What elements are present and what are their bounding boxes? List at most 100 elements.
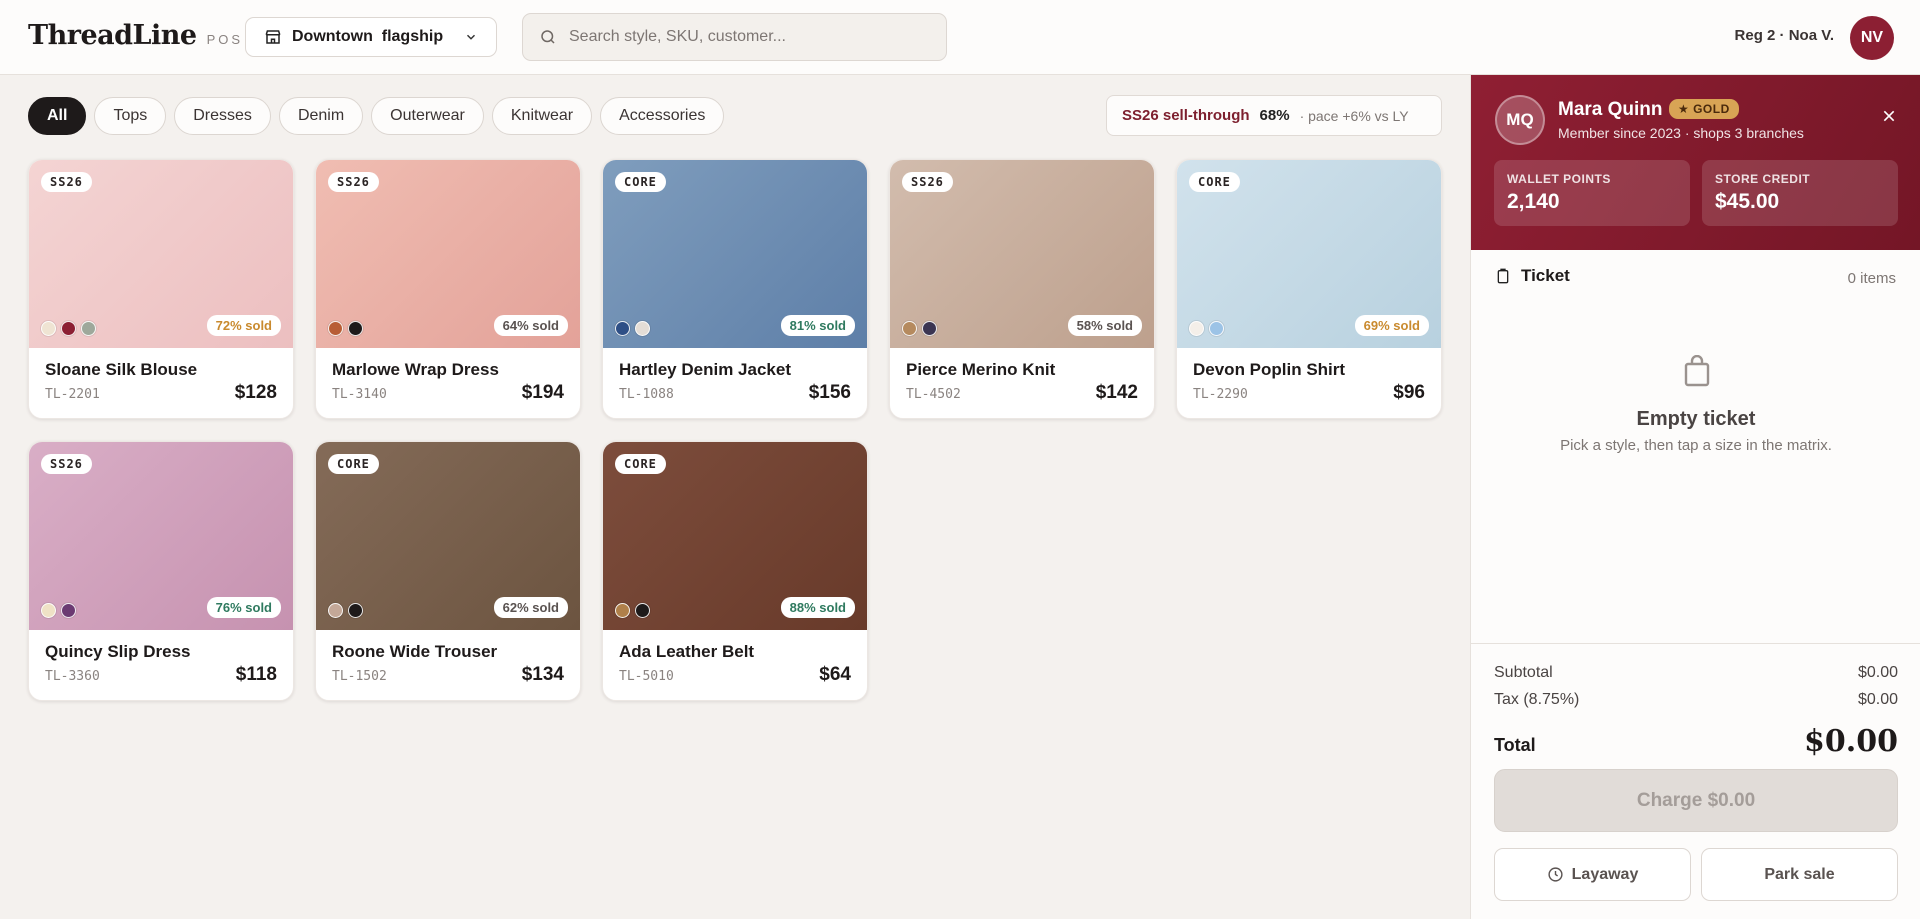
filter-knitwear[interactable]: Knitwear — [491, 97, 593, 135]
color-swatch[interactable] — [1209, 321, 1224, 336]
color-swatch[interactable] — [41, 603, 56, 618]
sellthrough-indicator: SS26 sell-through 68% · pace +6% vs LY — [1106, 95, 1442, 136]
product-name: Marlowe Wrap Dress — [332, 360, 499, 379]
store-credit-value: $45.00 — [1715, 190, 1780, 213]
member-avatar: MQ — [1495, 95, 1545, 145]
tax-label: Tax (8.75%) — [1494, 691, 1580, 708]
product-sku: TL-2290 — [1193, 387, 1248, 402]
sellthrough-percent: 68% — [1259, 107, 1290, 124]
product-image: CORE 81% sold — [603, 160, 867, 348]
season-tag: CORE — [328, 454, 379, 474]
product-sku: TL-1502 — [332, 669, 387, 684]
color-swatch[interactable] — [348, 321, 363, 336]
color-swatch[interactable] — [635, 321, 650, 336]
product-card[interactable]: CORE 69% sold Devon Poplin Shirt TL-2290… — [1176, 159, 1442, 419]
tax-value: $0.00 — [1857, 691, 1898, 708]
season-tag: SS26 — [328, 172, 379, 192]
season-tag: SS26 — [902, 172, 953, 192]
color-swatches — [615, 321, 650, 336]
product-price: $142 — [1095, 382, 1138, 403]
sellthrough-label: SS26 sell-through — [1122, 107, 1250, 124]
clock-icon — [1548, 867, 1563, 882]
product-card[interactable]: SS26 58% sold Pierce Merino Knit TL-4502… — [889, 159, 1155, 419]
filter-dresses[interactable]: Dresses — [174, 97, 271, 135]
sold-badge: 69% sold — [1354, 315, 1429, 336]
member-name: Mara Quinn — [1558, 99, 1663, 120]
product-card[interactable]: CORE 62% sold Roone Wide Trouser TL-1502… — [315, 441, 581, 701]
user-avatar[interactable]: NV — [1850, 16, 1894, 60]
product-card[interactable]: CORE 81% sold Hartley Denim Jacket TL-10… — [602, 159, 868, 419]
subtotal-value: $0.00 — [1857, 664, 1898, 681]
brand-name: ThreadLine — [28, 20, 197, 51]
product-price: $156 — [808, 382, 851, 403]
ticket-header: Ticket — [1495, 266, 1570, 286]
product-sku: TL-4502 — [906, 387, 961, 402]
color-swatches — [615, 603, 650, 618]
color-swatch[interactable] — [61, 603, 76, 618]
store-credit-box: STORE CREDIT $45.00 — [1702, 160, 1898, 226]
category-filters: All Tops Dresses Denim Outerwear Knitwea… — [28, 97, 725, 135]
brand-subtitle: POS — [206, 32, 244, 47]
product-card[interactable]: SS26 64% sold Marlowe Wrap Dress TL-3140… — [315, 159, 581, 419]
sold-badge: 81% sold — [780, 315, 855, 336]
product-name: Ada Leather Belt — [619, 642, 755, 661]
filter-accessories[interactable]: Accessories — [600, 97, 725, 135]
color-swatch[interactable] — [328, 321, 343, 336]
product-image: SS26 58% sold — [890, 160, 1154, 348]
product-card[interactable]: CORE 88% sold Ada Leather Belt TL-5010 $… — [602, 441, 868, 701]
search-box — [522, 13, 947, 61]
wallet-points-box: WALLET POINTS 2,140 — [1494, 160, 1690, 226]
color-swatch[interactable] — [902, 321, 917, 336]
product-card[interactable]: SS26 76% sold Quincy Slip Dress TL-3360 … — [28, 441, 294, 701]
color-swatch[interactable] — [615, 321, 630, 336]
product-sku: TL-5010 — [619, 669, 674, 684]
product-image: CORE 62% sold — [316, 442, 580, 630]
sold-badge: 88% sold — [780, 597, 855, 618]
color-swatch[interactable] — [615, 603, 630, 618]
color-swatch[interactable] — [81, 321, 96, 336]
product-name: Devon Poplin Shirt — [1193, 360, 1346, 379]
totals-section: Subtotal $0.00 Tax (8.75%) $0.00 Total $… — [1471, 643, 1920, 919]
layaway-button[interactable]: Layaway — [1494, 848, 1691, 901]
empty-ticket-hint: Pick a style, then tap a size in the mat… — [1560, 437, 1832, 454]
product-price: $64 — [819, 664, 851, 685]
store-selector[interactable]: Downtown flagship — [245, 17, 497, 57]
ticket-title: Ticket — [1521, 266, 1570, 285]
filter-denim[interactable]: Denim — [278, 97, 364, 135]
color-swatches — [328, 603, 363, 618]
search-icon — [541, 30, 555, 44]
filter-tops[interactable]: Tops — [94, 97, 167, 135]
filter-outerwear[interactable]: Outerwear — [371, 97, 484, 135]
wallet-points-label: WALLET POINTS — [1507, 172, 1611, 186]
product-name: Roone Wide Trouser — [332, 642, 498, 661]
filter-all[interactable]: All — [28, 97, 87, 135]
color-swatch[interactable] — [61, 321, 76, 336]
color-swatch[interactable] — [41, 321, 56, 336]
park-sale-button[interactable]: Park sale — [1701, 848, 1898, 901]
season-tag: SS26 — [41, 172, 92, 192]
chevron-down-icon — [466, 34, 476, 40]
product-name: Pierce Merino Knit — [906, 360, 1056, 379]
top-bar: ThreadLine POS Downtown flagship Reg 2 ·… — [0, 0, 1920, 75]
member-since: Member since 2023 · shops 3 branches — [1558, 125, 1804, 141]
product-image: CORE 69% sold — [1177, 160, 1441, 348]
register-info: Reg 2 · Noa V. — [1734, 27, 1834, 44]
season-tag: SS26 — [41, 454, 92, 474]
product-sku: TL-3140 — [332, 387, 387, 402]
close-icon[interactable] — [1881, 106, 1897, 128]
color-swatch[interactable] — [348, 603, 363, 618]
color-swatch[interactable] — [1189, 321, 1204, 336]
color-swatch[interactable] — [328, 603, 343, 618]
search-input[interactable] — [569, 28, 929, 46]
subtotal-row: Subtotal $0.00 — [1494, 664, 1898, 682]
total-value: $0.00 — [1804, 724, 1898, 759]
charge-button[interactable]: Charge $0.00 — [1494, 769, 1898, 832]
color-swatch[interactable] — [635, 603, 650, 618]
product-card[interactable]: SS26 72% sold Sloane Silk Blouse TL-2201… — [28, 159, 294, 419]
wallet-points-value: 2,140 — [1507, 190, 1560, 213]
color-swatch[interactable] — [922, 321, 937, 336]
season-tag: CORE — [615, 172, 666, 192]
member-card: MQ Mara Quinn ★ GOLD Member since 2023 ·… — [1471, 75, 1920, 250]
product-price: $118 — [235, 664, 277, 685]
product-image: CORE 88% sold — [603, 442, 867, 630]
